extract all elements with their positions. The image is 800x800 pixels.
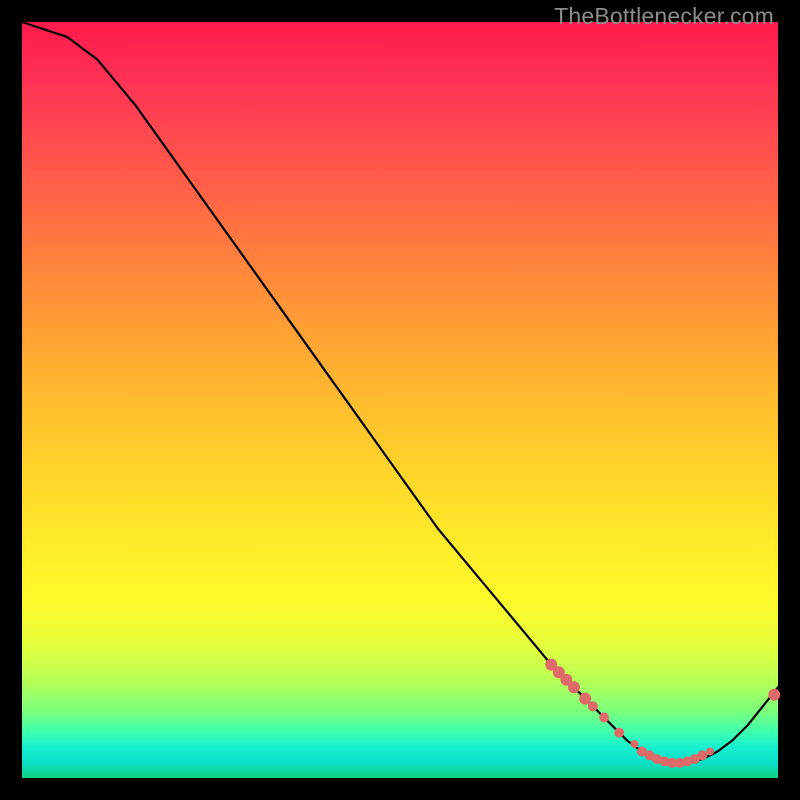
marker-dot: [697, 750, 707, 760]
curve-markers: [545, 659, 780, 768]
chart-curve-layer: [22, 22, 778, 778]
marker-dot: [768, 689, 780, 701]
chart-frame: TheBottlenecker.com: [0, 0, 800, 800]
curve-line: [22, 22, 778, 763]
marker-dot: [614, 728, 624, 738]
marker-dot: [630, 740, 638, 748]
marker-dot: [568, 681, 580, 693]
marker-dot: [599, 713, 609, 723]
marker-dot: [706, 748, 714, 756]
marker-dot: [588, 701, 598, 711]
